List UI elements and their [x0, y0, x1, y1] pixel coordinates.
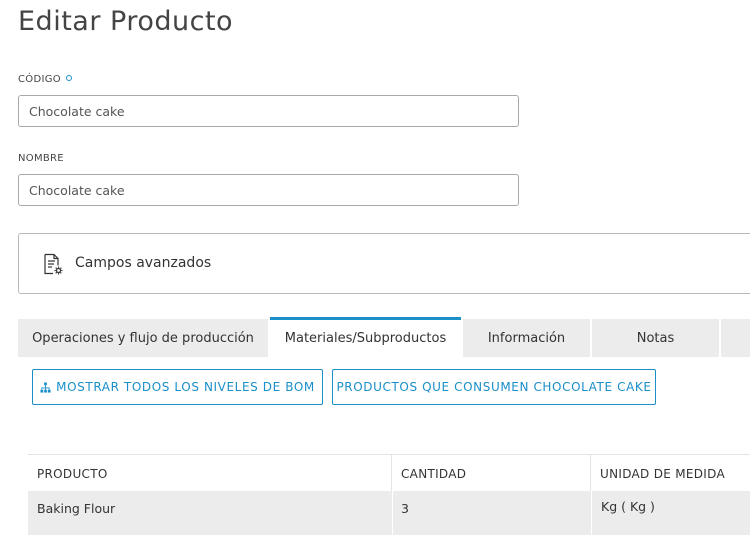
consuming-products-button[interactable]: PRODUCTOS QUE CONSUMEN CHOCOLATE CAKE [332, 369, 656, 405]
tab-operaciones[interactable]: Operaciones y flujo de producción [18, 319, 268, 357]
tab-more[interactable] [721, 319, 750, 357]
column-divider [591, 491, 592, 535]
consuming-products-label: PRODUCTOS QUE CONSUMEN CHOCOLATE CAKE [336, 380, 652, 394]
advanced-fields-panel[interactable]: Campos avanzados [18, 233, 750, 294]
table-header: PRODUCTO CANTIDAD UNIDAD DE MEDIDA [28, 454, 750, 492]
cell-unidad: Kg ( Kg ) [601, 499, 655, 514]
nombre-label: NOMBRE [18, 153, 64, 164]
column-divider [392, 491, 393, 535]
cell-producto: Baking Flour [37, 501, 116, 516]
tab-notas[interactable]: Notas [592, 319, 719, 357]
tab-materiales[interactable]: Materiales/Subproductos [270, 317, 461, 357]
column-header-unidad[interactable]: UNIDAD DE MEDIDA [591, 455, 750, 492]
table-row[interactable]: Baking Flour 3 Kg ( Kg ) [28, 491, 750, 535]
codigo-input[interactable] [18, 95, 519, 127]
required-indicator-icon [65, 75, 72, 81]
column-header-cantidad[interactable]: CANTIDAD [392, 455, 591, 492]
cell-cantidad: 3 [401, 501, 409, 516]
show-bom-levels-label: MOSTRAR TODOS LOS NIVELES DE BOM [56, 380, 315, 394]
codigo-label-text: CÓDIGO [18, 74, 61, 85]
tab-informacion[interactable]: Información [463, 319, 590, 357]
column-header-producto[interactable]: PRODUCTO [28, 455, 392, 492]
advanced-fields-label: Campos avanzados [75, 255, 212, 271]
page-title: Editar Producto [18, 6, 234, 37]
show-bom-levels-button[interactable]: MOSTRAR TODOS LOS NIVELES DE BOM [32, 369, 323, 405]
hierarchy-icon [40, 381, 51, 393]
document-gear-icon [44, 253, 63, 275]
codigo-label: CÓDIGO [18, 74, 72, 85]
nombre-input[interactable] [18, 174, 519, 206]
